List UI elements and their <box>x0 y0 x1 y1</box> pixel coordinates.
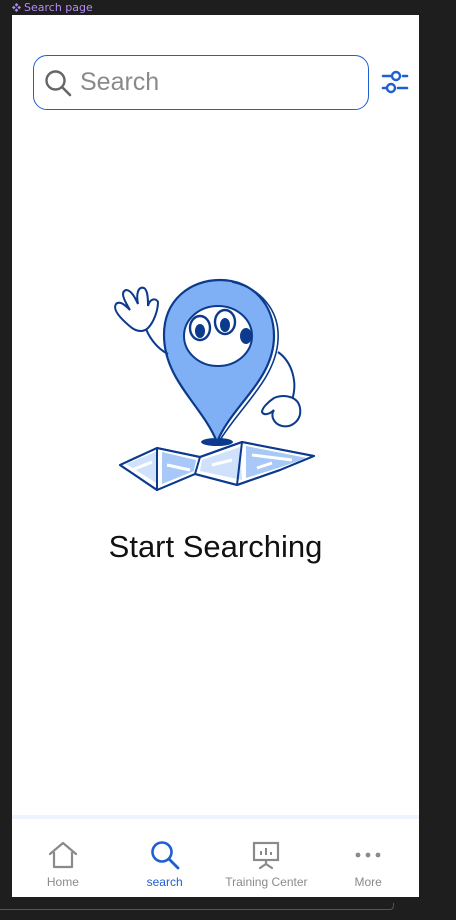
home-icon <box>48 841 77 869</box>
map-pin-mascot-illustration <box>114 278 315 491</box>
nav-item-training-center[interactable]: Training Center <box>216 819 318 897</box>
search-bar <box>33 55 413 111</box>
search-icon <box>45 69 72 96</box>
divider <box>0 903 394 910</box>
waving-hand <box>114 286 169 355</box>
nav-item-home[interactable]: Home <box>12 819 114 897</box>
nav-item-more[interactable]: More <box>317 819 419 897</box>
nav-item-label: Home <box>46 875 79 889</box>
component-icon <box>12 3 21 12</box>
bottom-navigation: Home search Training Center More <box>12 815 419 897</box>
search-input[interactable] <box>80 68 350 97</box>
more-dots-icon <box>355 852 381 858</box>
nav-item-label: More <box>354 875 382 889</box>
empty-state-title: Start Searching <box>108 529 323 564</box>
filter-button[interactable] <box>380 67 412 97</box>
nav-item-search[interactable]: search <box>114 819 216 897</box>
pin-body <box>162 278 279 445</box>
search-icon <box>150 841 180 870</box>
frame-label-text: Search page <box>24 1 93 14</box>
frame-label: Search page <box>12 1 93 14</box>
folded-map <box>119 441 315 491</box>
nav-item-label: search <box>146 875 183 889</box>
presentation-board-icon <box>253 841 280 870</box>
search-box[interactable] <box>33 55 369 110</box>
phone-screen: Start Searching Home search <box>12 15 419 897</box>
filter-sliders-icon <box>381 70 409 94</box>
nav-item-label: Training Center <box>225 875 308 889</box>
